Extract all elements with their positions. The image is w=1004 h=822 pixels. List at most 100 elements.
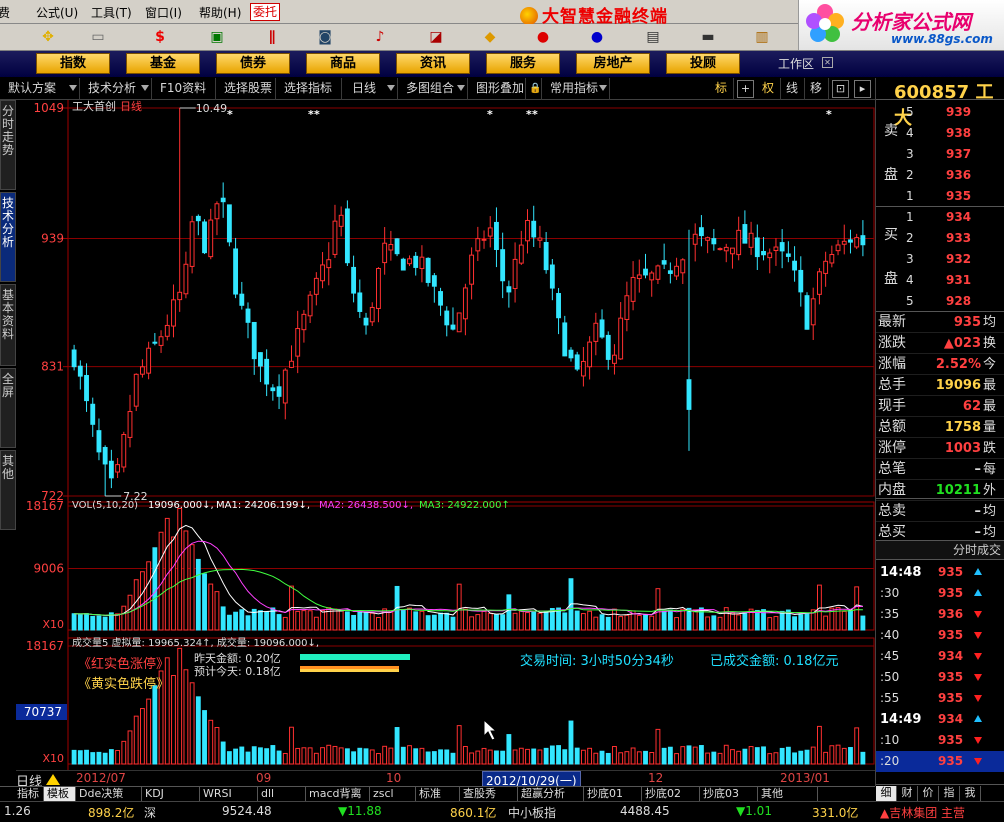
quote-tab-3[interactable]: 指 — [939, 786, 960, 801]
tab-intraday[interactable]: 分时走势 — [0, 100, 16, 190]
zoom-icon[interactable]: ⊡ — [832, 80, 849, 98]
menu-window[interactable]: 窗口(I) — [145, 4, 182, 21]
books-icon[interactable]: ▥ — [752, 28, 772, 46]
move-icon[interactable]: ✥ — [38, 28, 58, 46]
tab-fundamentals[interactable]: 基本资料 — [0, 284, 16, 366]
diamond-icon[interactable]: ◆ — [480, 28, 500, 46]
bids-row-5[interactable]: 5 928 — [906, 291, 1004, 312]
line-button[interactable]: 线 — [781, 78, 805, 100]
select-indicator-button[interactable]: 选择指标 — [276, 78, 342, 100]
bell-icon[interactable]: ♪ — [370, 28, 390, 46]
menu-formula[interactable]: 公式(U) — [36, 4, 78, 21]
nav-bond[interactable]: 债券 — [216, 53, 290, 74]
tab-tech-analysis[interactable]: 技术分析 — [0, 192, 16, 282]
candle-up — [407, 258, 412, 265]
tab-other[interactable]: 其他 — [0, 450, 16, 530]
entrust-button[interactable]: 委托 — [250, 3, 280, 21]
tech-analysis-dropdown[interactable]: 技术分析 — [80, 78, 152, 100]
menu-tools[interactable]: 工具(T) — [91, 4, 132, 21]
indicator-tab-5[interactable]: dll — [258, 787, 306, 802]
nav-advisor[interactable]: 投顾 — [666, 53, 740, 74]
indicator-tab-2[interactable]: Dde决策 — [76, 787, 142, 802]
indicator-tab-0[interactable]: 指标 — [14, 787, 44, 802]
overlay-button[interactable]: 图形叠加 — [468, 78, 526, 100]
workarea-close-icon[interactable]: ✕ — [822, 57, 833, 68]
nav-service[interactable]: 服务 — [486, 53, 560, 74]
menu-trade[interactable]: 费 — [0, 4, 10, 21]
timeline-label-5: 2013/01 — [780, 771, 830, 785]
e-blue-icon[interactable]: ● — [587, 28, 607, 46]
multi-chart-dropdown[interactable]: 多图组合 — [398, 78, 468, 100]
chart-area[interactable]: 1049939831722工大首创 日线 10.497.22* * * * * * *18167… — [16, 100, 875, 770]
candle-up — [332, 220, 338, 255]
e-icon[interactable]: ● — [533, 28, 553, 46]
asks-row-1[interactable]: 1 935 — [906, 186, 1004, 207]
nav-index[interactable]: 指数 — [36, 53, 110, 74]
quote-tab-4[interactable]: 我 — [960, 786, 981, 801]
window-icon[interactable]: ▬ — [698, 28, 718, 46]
indicator-tab-8[interactable]: 标准 — [416, 787, 460, 802]
indicator-tab-6[interactable]: macd背离 — [306, 787, 370, 802]
tag-button[interactable]: 标 — [710, 78, 734, 100]
bars-icon[interactable]: ∥ — [262, 28, 282, 46]
tab-fullscreen[interactable]: 全屏 — [0, 368, 16, 448]
f10-button[interactable]: F10资料 — [152, 78, 216, 100]
nav-commodity[interactable]: 商品 — [306, 53, 380, 74]
indicator-tab-12[interactable]: 抄底02 — [642, 787, 700, 802]
bids-row-2[interactable]: 2 933 — [906, 228, 1004, 249]
print-icon[interactable]: ▤ — [643, 28, 663, 46]
crosshair-icon[interactable]: + — [737, 80, 754, 98]
amount-bar — [245, 751, 251, 765]
bids-row-3[interactable]: 3 932 — [906, 249, 1004, 270]
amount-bar — [562, 749, 568, 765]
nav-news[interactable]: 资讯 — [396, 53, 470, 74]
asks-row-4[interactable]: 4 938 — [906, 123, 1004, 144]
indicator-tab-10[interactable]: 超赢分析 — [518, 787, 584, 802]
move-button[interactable]: 移 — [805, 78, 829, 100]
chevron-down-icon — [69, 85, 77, 91]
dollar-icon[interactable]: $ — [150, 28, 170, 46]
select-stock-button[interactable]: 选择股票 — [216, 78, 276, 100]
indicator-tab-9[interactable]: 查股秀 — [460, 787, 518, 802]
candle-up — [481, 238, 487, 241]
scheme-dropdown[interactable]: 默认方案 — [0, 78, 80, 100]
quote-tab-2[interactable]: 价 — [918, 786, 939, 801]
quote-tab-0[interactable]: 细 — [876, 786, 897, 801]
nav-realestate[interactable]: 房地产 — [576, 53, 650, 74]
amount-bar — [612, 746, 617, 765]
amount-bar — [475, 750, 481, 765]
lock-icon[interactable]: 🔒 — [526, 78, 542, 100]
stat-row-7: 总笔 – 每 — [876, 459, 1004, 480]
bids-row-1[interactable]: 1 934 — [906, 207, 1004, 228]
asks-row-3[interactable]: 3 937 — [906, 144, 1004, 165]
tech-analysis-label: 技术分析 — [88, 81, 137, 95]
candle-up — [326, 259, 332, 269]
ticks-title[interactable]: 分时成交 — [876, 540, 1004, 560]
menu-help[interactable]: 帮助(H) — [199, 4, 241, 21]
rights-button[interactable]: 权 — [757, 78, 781, 100]
quote-tab-1[interactable]: 财 — [897, 786, 918, 801]
asks-row-2[interactable]: 2 936 — [906, 165, 1004, 186]
triangle-up-icon[interactable] — [46, 774, 60, 785]
chart-icon[interactable]: ▣ — [207, 28, 227, 46]
amount-bar — [127, 730, 133, 765]
bids-row-4[interactable]: 4 931 — [906, 270, 1004, 291]
trend-icon[interactable]: ◪ — [426, 28, 446, 46]
indicator-tab-13[interactable]: 抄底03 — [700, 787, 758, 802]
candle-down — [400, 258, 406, 271]
ruler-icon[interactable]: ▭ — [88, 28, 108, 46]
indicator-tab-1[interactable]: 模板 — [44, 787, 76, 802]
nav-fund[interactable]: 基金 — [126, 53, 200, 74]
indicator-tab-14[interactable]: 其他 — [758, 787, 818, 802]
play-icon[interactable]: ▸ — [854, 80, 871, 98]
period-dropdown[interactable]: 日线 — [342, 78, 398, 100]
binoculars-icon[interactable]: ◙ — [315, 28, 335, 46]
indicator-tab-11[interactable]: 抄底01 — [584, 787, 642, 802]
indicator-tab-3[interactable]: KDJ — [142, 787, 200, 802]
common-indicator-dropdown[interactable]: 常用指标 — [542, 78, 610, 100]
indicator-tab-7[interactable]: zscl — [370, 787, 416, 802]
asks-row-5[interactable]: 5 939 — [906, 102, 1004, 123]
workarea-label[interactable]: 工作区 — [778, 55, 814, 72]
indicator-tab-4[interactable]: WRSI — [200, 787, 258, 802]
stat-extra: 换 — [983, 336, 997, 351]
